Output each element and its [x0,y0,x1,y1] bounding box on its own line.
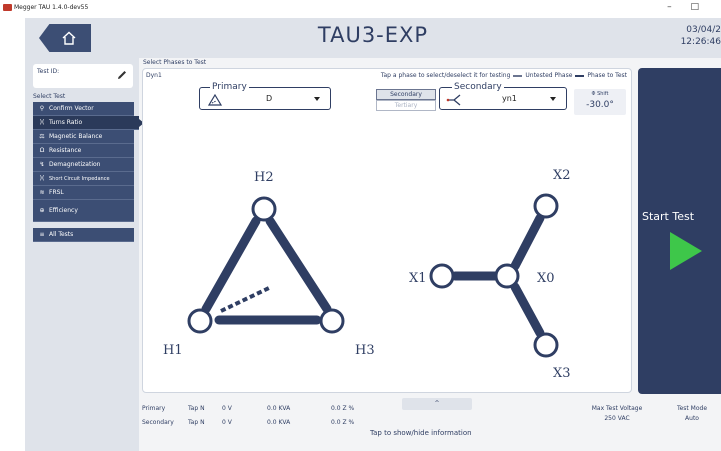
delta-indicator [220,286,270,313]
date-text: 03/04/2 [686,25,721,35]
max-test-voltage: Max Test Voltage 250 VAC [567,404,667,424]
test-id-label: Test ID: [37,68,60,75]
node-h1[interactable] [187,308,213,334]
node-x0[interactable] [494,263,520,289]
node-x2[interactable] [533,193,559,219]
play-icon [670,232,702,270]
test-mode-label: Test Mode [676,405,708,412]
phase-h1-h2[interactable] [201,216,261,314]
info-side: Primary [142,405,166,412]
node-label-x3: X3 [553,366,571,381]
node-label-h3: H3 [355,343,375,358]
node-label-h1: H1 [163,343,183,358]
coil-icon: )( [39,119,45,126]
window-titlebar: Megger TAU 1.4.0-dev55 – □ [0,0,721,18]
test-mode-value: Auto [685,415,699,422]
phase-h2-h3[interactable] [265,216,332,314]
time-text: 12:26:46 [680,37,721,47]
sidebar-item-efficiency[interactable]: ⊕ Efficiency [33,200,134,222]
node-label-x2: X2 [553,168,571,183]
node-h3[interactable] [319,308,345,334]
max-voltage-label: Max Test Voltage [591,405,643,412]
info-voltage: 0 V [222,405,232,412]
info-tap: Tap N [188,419,205,426]
search-icon: ⚲ [39,105,45,112]
sidebar-item-magnetic-balance[interactable]: ⚖ Magnetic Balance [33,130,134,144]
node-label-x1: X1 [409,271,427,286]
sidebar-item-all-tests[interactable]: ≡ All Tests [33,228,134,242]
app-icon [3,4,12,11]
datetime: 03/04/2 12:26:46 [681,24,721,48]
info-side: Secondary [142,419,174,426]
select-phases-label: Select Phases to Test [143,59,207,66]
node-label-h2: H2 [254,170,274,185]
sidebar-item-label: Short Circuit Impedance [49,175,110,182]
start-test-button[interactable]: Start Test [638,68,721,394]
start-test-label: Start Test [642,210,695,223]
node-label-x0: X0 [537,271,555,286]
phase-x0-x3[interactable] [510,282,545,338]
sidebar-item-turns-ratio[interactable]: )( Turns Ratio [33,116,144,130]
node-x1[interactable] [429,263,455,289]
sidebar-item-label: FRSL [49,189,64,196]
sidebar-item-label: Turns Ratio [49,119,83,126]
pencil-icon[interactable] [116,69,128,81]
primary-delta: H2 H1 H3 [163,170,375,358]
test-mode: Test Mode Auto [662,404,721,424]
toggle-info-text[interactable]: Tap to show/hide information [370,429,472,437]
sidebar-item-label: Demagnetization [49,161,101,168]
balance-icon: ⚖ [39,133,45,140]
sidebar-item-confirm-vector[interactable]: ⚲ Confirm Vector [33,102,134,116]
list-icon: ≡ [39,231,45,238]
window-title: Megger TAU 1.4.0-dev55 [14,4,89,11]
info-impedance: 0.0 Z % [331,405,355,412]
sidebar-item-demagnetization[interactable]: ↯ Demagnetization [33,158,134,172]
node-h2[interactable] [251,196,277,222]
main-content: Select Phases to Test Dyn1 Tap a phase t… [142,58,632,393]
sidebar-item-label: Magnetic Balance [49,133,103,140]
page-title: TAU3-EXP [317,23,429,47]
info-bar: Primary Tap N 0 V 0.0 KVA 0.0 Z % Second… [142,396,721,451]
window-controls[interactable]: – □ [667,2,707,12]
sidebar-item-label: Resistance [49,147,82,154]
demag-icon: ↯ [39,161,45,168]
app-root: TAU3-EXP 03/04/2 12:26:46 Test ID: Selec… [25,18,721,451]
efficiency-icon: ⊕ [39,207,45,214]
sidebar-item-frsl[interactable]: ≋ FRSL [33,186,134,200]
node-x3[interactable] [533,332,559,358]
info-voltage: 0 V [222,419,232,426]
phase-x0-x2[interactable] [510,213,545,271]
info-tap: Tap N [188,405,205,412]
sidebar-item-label: Efficiency [49,207,78,214]
sidebar-item-resistance[interactable]: Ω Resistance [33,144,134,158]
omega-icon: Ω [39,147,45,154]
info-power: 0.0 KVA [267,419,291,426]
sidebar-item-short-circuit-impedance[interactable]: )( Short Circuit Impedance [33,172,134,186]
test-menu: ⚲ Confirm Vector )( Turns Ratio ⚖ Magnetic … [33,102,144,242]
select-test-label: Select Test [33,93,66,100]
phase-panel: Dyn1 Tap a phase to select/deselect it f… [142,68,632,393]
sidebar-item-label: All Tests [49,231,74,238]
expand-info-button[interactable]: ^ [402,398,472,410]
vector-diagram: H2 H1 H3 X1 X0 X2 X3 [163,168,571,381]
sidebar: Test ID: Select Test ⚲ Confirm Vector )( T… [25,58,144,451]
sidebar-item-label: Confirm Vector [49,105,94,112]
coil-icon: )( [39,175,45,182]
test-id-field[interactable]: Test ID: [33,64,133,88]
max-voltage-value: 250 VAC [604,415,630,422]
info-impedance: 0.0 Z % [331,419,355,426]
secondary-wye: X1 X0 X2 X3 [409,168,571,381]
header: TAU3-EXP 03/04/2 12:26:46 [25,18,721,58]
info-power: 0.0 KVA [267,405,291,412]
frsl-icon: ≋ [39,189,45,196]
